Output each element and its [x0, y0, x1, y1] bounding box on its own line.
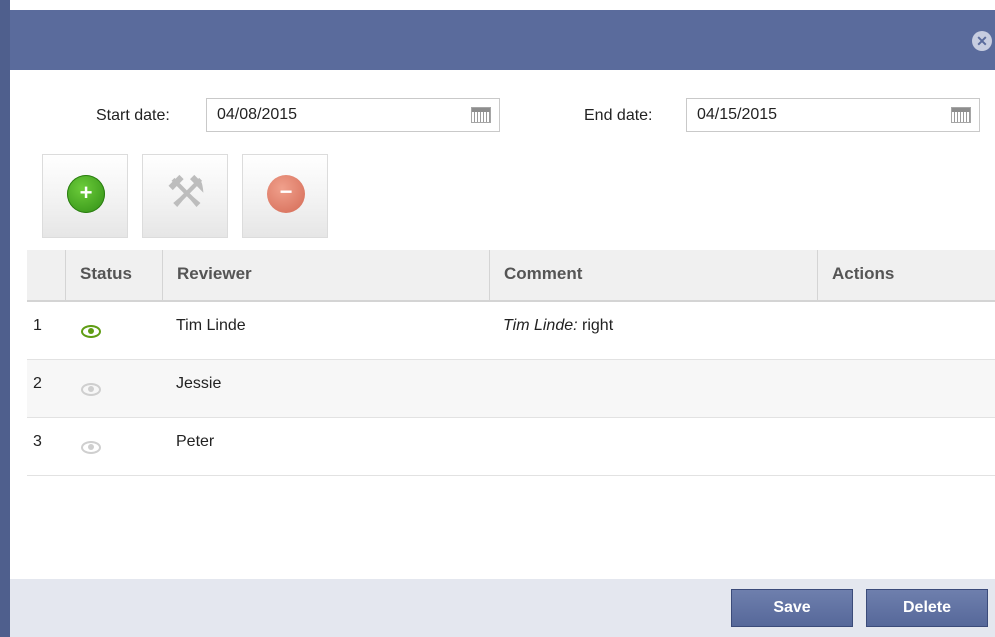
remove-reviewer-button[interactable]: − [242, 154, 328, 238]
row-number: 3 [33, 433, 42, 450]
table-row[interactable]: 1 Tim Linde Tim Linde: right [27, 302, 995, 360]
table-row[interactable]: 2 Jessie [27, 360, 995, 418]
end-date-label: End date: [584, 107, 653, 124]
reviewer-name: Jessie [176, 375, 222, 392]
comment-body: right [577, 317, 614, 334]
add-reviewer-button[interactable]: + [42, 154, 128, 238]
column-header-number [27, 250, 65, 300]
window-left-edge [0, 0, 10, 637]
column-header-comment[interactable]: Comment [489, 250, 817, 300]
column-header-actions: Actions [817, 250, 995, 300]
remove-icon: − [267, 175, 305, 213]
date-filter-row: Start date: 04/08/2015 End date: 04/15/2… [10, 98, 995, 134]
end-date-field[interactable]: 04/15/2015 [686, 98, 980, 132]
start-date-label: Start date: [96, 107, 170, 124]
close-icon[interactable]: ✕ [972, 31, 992, 51]
table-row[interactable]: 3 Peter [27, 418, 995, 476]
not-viewed-eye-icon [81, 441, 101, 454]
row-number: 1 [33, 317, 42, 334]
comment-author: Tim Linde: [503, 317, 578, 334]
reviewer-name: Tim Linde [176, 317, 246, 334]
calendar-icon[interactable] [951, 107, 971, 123]
viewed-eye-icon [81, 325, 101, 338]
dialog-body: Start date: 04/08/2015 End date: 04/15/2… [10, 70, 995, 637]
column-header-status[interactable]: Status [65, 250, 162, 300]
add-icon: + [67, 175, 105, 213]
reviewer-name: Peter [176, 433, 215, 450]
reviewers-table: Status Reviewer Comment Actions 1 Tim Li… [27, 250, 995, 476]
dialog-footer: Save Delete [10, 579, 995, 637]
delete-button[interactable]: Delete [866, 589, 988, 627]
tools-icon: ⚒ [166, 168, 206, 217]
start-date-field[interactable]: 04/08/2015 [206, 98, 500, 132]
end-date-value: 04/15/2015 [697, 106, 778, 123]
save-button[interactable]: Save [731, 589, 853, 627]
edit-reviewer-button[interactable]: ⚒ [142, 154, 228, 238]
start-date-value: 04/08/2015 [217, 106, 298, 123]
not-viewed-eye-icon [81, 383, 101, 396]
calendar-icon[interactable] [471, 107, 491, 123]
row-number: 2 [33, 375, 42, 392]
table-header: Status Reviewer Comment Actions [27, 250, 995, 302]
column-header-reviewer[interactable]: Reviewer [162, 250, 489, 300]
dialog-titlebar: ✕ [10, 10, 995, 70]
comment-text: Tim Linde: right [503, 317, 613, 335]
